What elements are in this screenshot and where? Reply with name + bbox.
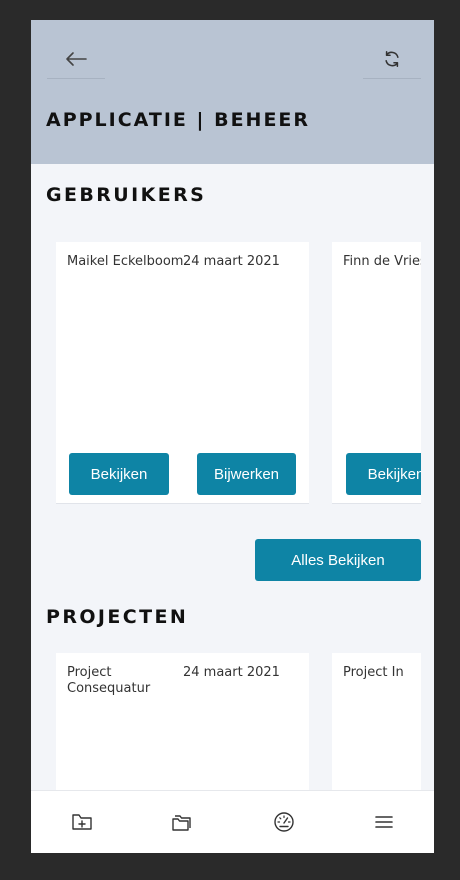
arrow-left-icon — [66, 52, 87, 66]
nav-new-project[interactable] — [67, 808, 97, 836]
project-date: 24 maart 2021 — [183, 665, 280, 680]
project-card[interactable]: Project Consequatur 24 maart 2021 — [56, 653, 309, 791]
projects-section-title: PROJECTEN — [46, 606, 189, 628]
project-card[interactable]: Project In — [332, 653, 421, 791]
user-date: 24 maart 2021 — [183, 254, 280, 269]
user-card: Maikel Eckelboom 24 maart 2021 Bekijken … — [56, 242, 309, 503]
nav-menu[interactable] — [369, 808, 399, 836]
view-all-users-button[interactable]: Alles Bekijken — [255, 539, 421, 581]
project-name: Project In — [343, 665, 404, 680]
users-carousel[interactable]: Maikel Eckelboom 24 maart 2021 Bekijken … — [31, 242, 421, 506]
projects-carousel[interactable]: Project Consequatur 24 maart 2021 Projec… — [31, 653, 421, 791]
nav-projects[interactable] — [167, 808, 197, 836]
back-button[interactable] — [47, 40, 105, 79]
folder-add-icon — [72, 814, 92, 830]
project-name: Project Consequatur — [67, 665, 151, 696]
view-user-button[interactable]: Bekijken — [69, 453, 169, 495]
page-title: APPLICATIE | BEHEER — [46, 109, 311, 131]
user-card: Finn de Vries Bekijken — [332, 242, 421, 503]
user-name: Maikel Eckelboom — [67, 254, 184, 269]
refresh-button[interactable] — [363, 40, 421, 79]
edit-user-button[interactable]: Bijwerken — [197, 453, 296, 495]
menu-icon — [375, 816, 393, 828]
app-screen: APPLICATIE | BEHEER GEBRUIKERS Maikel Ec… — [31, 20, 434, 853]
folders-icon — [172, 815, 191, 831]
user-name: Finn de Vries — [343, 254, 421, 269]
app-header: APPLICATIE | BEHEER — [31, 20, 434, 164]
dashboard-gauge-icon — [274, 812, 294, 832]
refresh-icon — [385, 51, 399, 67]
view-user-button[interactable]: Bekijken — [346, 453, 421, 495]
users-section-title: GEBRUIKERS — [46, 184, 207, 206]
bottom-navigation — [31, 790, 434, 853]
nav-dashboard[interactable] — [269, 808, 299, 836]
